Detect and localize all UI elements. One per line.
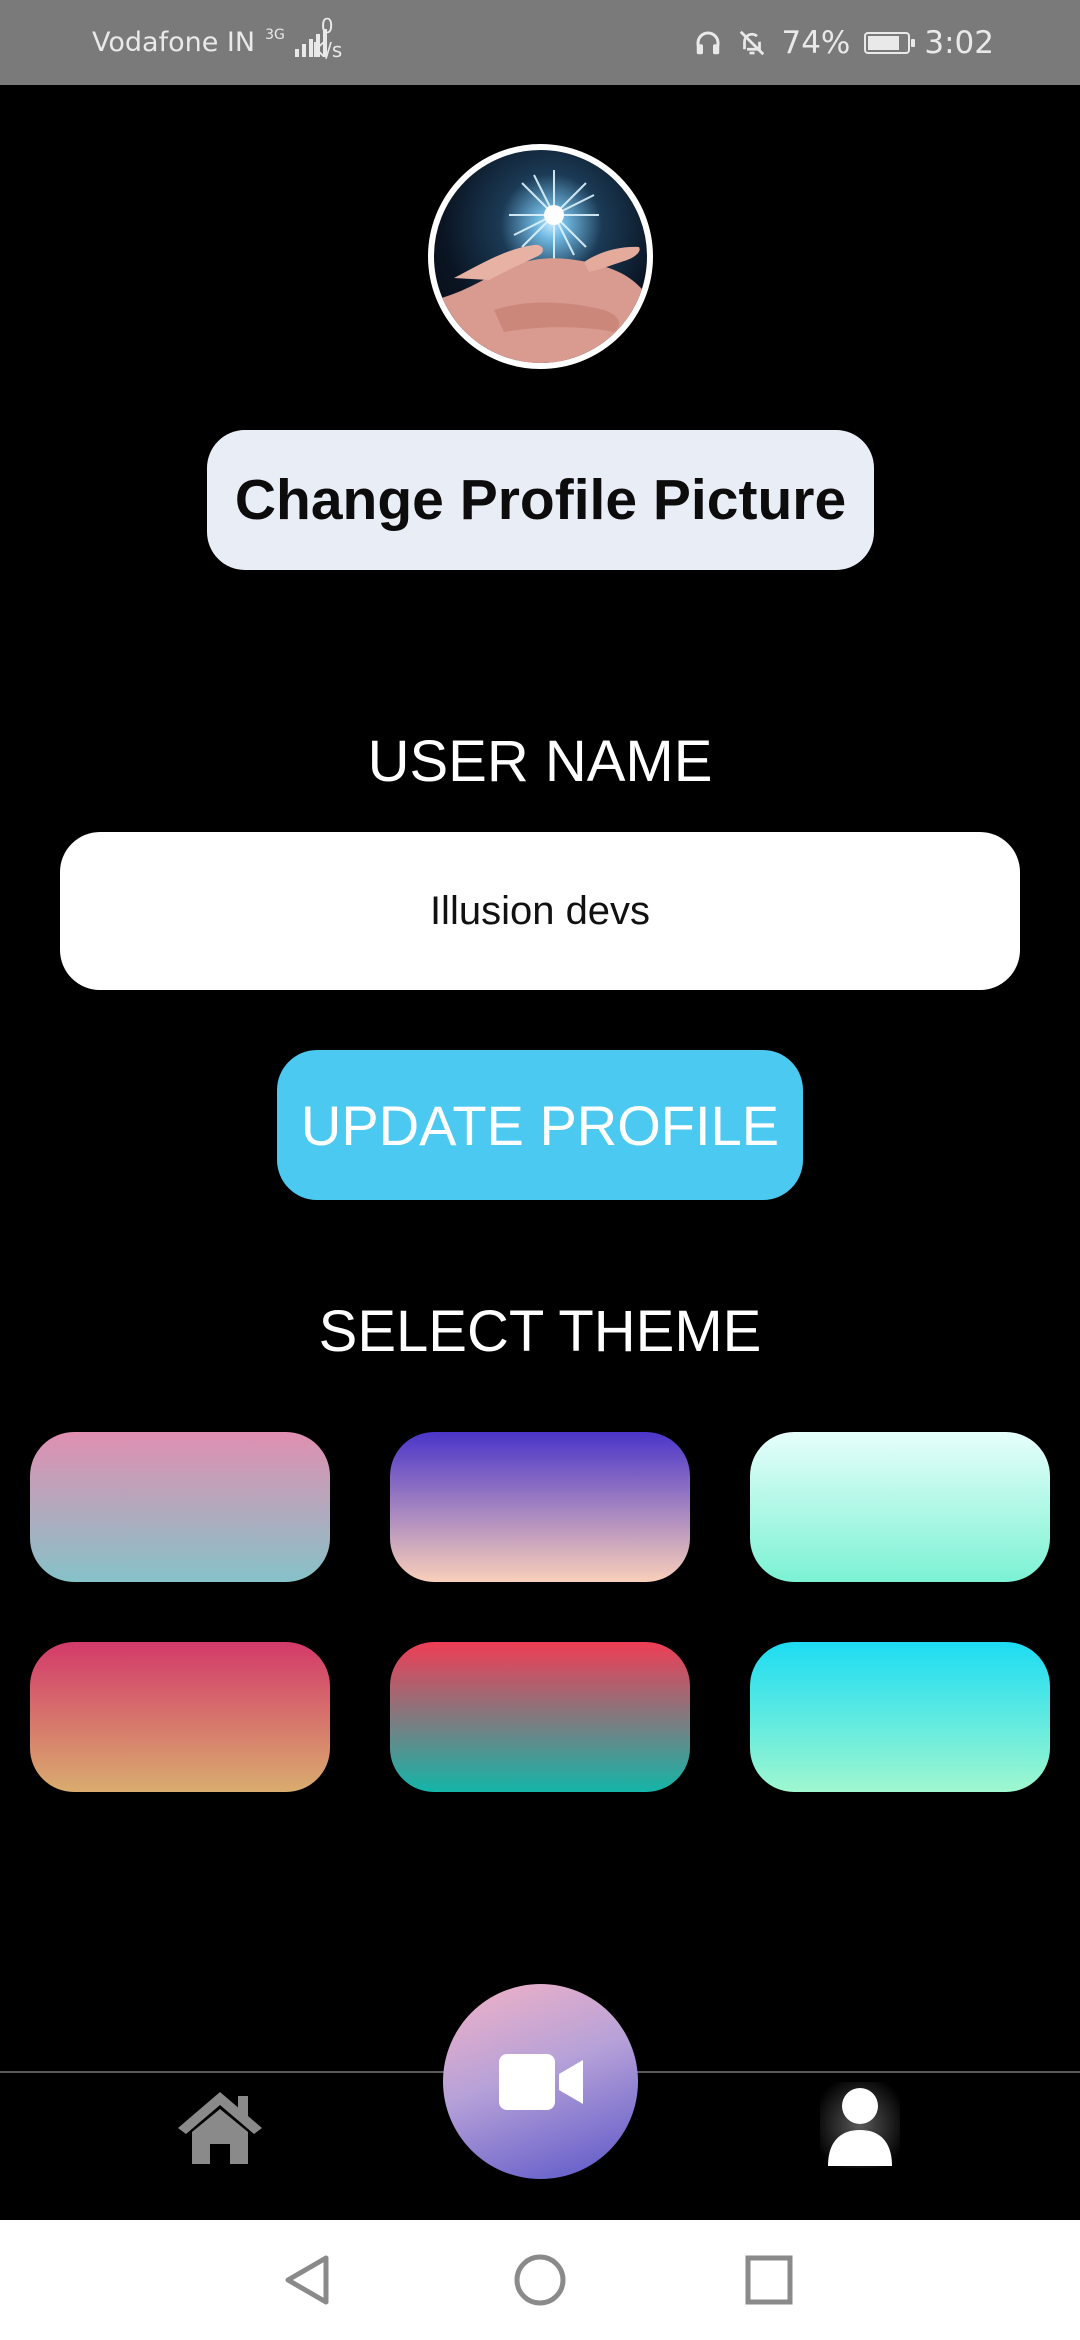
network-speed: 0 K/s (312, 14, 342, 62)
profile-avatar[interactable] (428, 144, 653, 369)
theme-swatch[interactable] (30, 1642, 330, 1792)
avatar-image (434, 170, 647, 363)
recents-icon[interactable] (744, 2252, 794, 2308)
battery-percent: 74% (781, 24, 851, 61)
select-theme-label: SELECT THEME (318, 1299, 762, 1364)
change-profile-picture-button[interactable]: Change Profile Picture (207, 430, 874, 570)
status-left: Vodafone IN 3G (92, 0, 327, 85)
username-label: USER NAME (367, 729, 713, 794)
speed-unit: K/s (312, 38, 343, 62)
system-navigation-bar (0, 2220, 1080, 2340)
username-input[interactable]: Illusion devs (60, 832, 1020, 990)
theme-swatch[interactable] (30, 1432, 330, 1582)
home-icon[interactable] (176, 2088, 264, 2166)
theme-swatch[interactable] (390, 1432, 690, 1582)
headphones-icon (696, 31, 720, 54)
carrier-name: Vodafone IN (92, 27, 256, 58)
bell-off-icon (740, 30, 765, 55)
video-camera-icon (498, 2053, 583, 2110)
network-type: 3G (265, 26, 285, 43)
video-call-button[interactable] (443, 1984, 638, 2179)
theme-swatch[interactable] (750, 1432, 1050, 1582)
home-circle-icon[interactable] (512, 2252, 568, 2308)
status-bar: Vodafone IN 3G 0 K/s 74% 3:02 (0, 0, 1080, 85)
user-icon[interactable] (820, 2082, 900, 2168)
speed-value: 0 (320, 14, 334, 38)
status-right: 74% 3:02 (693, 0, 994, 85)
update-profile-button[interactable]: UPDATE PROFILE (277, 1050, 803, 1200)
theme-swatch[interactable] (750, 1642, 1050, 1792)
profile-screen: Vodafone IN 3G 0 K/s 74% 3:02 Change Pro… (0, 0, 1080, 2340)
back-icon[interactable] (282, 2252, 332, 2308)
theme-swatch[interactable] (390, 1642, 690, 1792)
clock: 3:02 (924, 24, 994, 61)
battery-charging-icon (864, 31, 916, 54)
